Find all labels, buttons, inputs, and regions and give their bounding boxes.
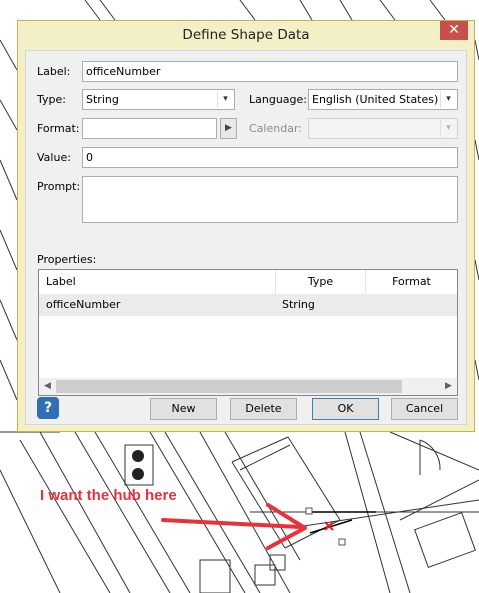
column-header-format[interactable]: Format <box>366 270 457 294</box>
language-select[interactable]: English (United States) ▾ <box>308 89 458 110</box>
language-caption: Language: <box>249 93 307 106</box>
horizontal-scrollbar[interactable]: ◀ ▶ <box>39 378 457 395</box>
calendar-select[interactable]: ▾ <box>308 118 458 139</box>
help-icon-glyph: ? <box>43 400 53 416</box>
row-label-cell: officeNumber <box>46 298 121 311</box>
type-select-value: String <box>86 93 119 106</box>
calendar-caption: Calendar: <box>249 122 302 135</box>
prompt-textarea[interactable] <box>82 176 458 223</box>
format-input[interactable] <box>82 118 217 139</box>
column-header-type[interactable]: Type <box>276 270 366 294</box>
label-caption: Label: <box>37 65 71 78</box>
label-input[interactable]: officeNumber <box>82 61 458 82</box>
scroll-right-icon[interactable]: ▶ <box>440 378 457 395</box>
language-select-value: English (United States) <box>312 93 439 106</box>
dialog-title: Define Shape Data <box>182 27 310 43</box>
define-shape-data-dialog: Define Shape Data ✕ Label: officeNumber … <box>17 20 475 432</box>
value-caption: Value: <box>37 151 71 164</box>
close-button[interactable]: ✕ <box>440 21 468 40</box>
scroll-left-icon[interactable]: ◀ <box>39 378 56 395</box>
dialog-client-area: Label: officeNumber Type: String ▾ Langu… <box>25 50 467 425</box>
properties-caption: Properties: <box>37 253 97 266</box>
ok-button[interactable]: OK <box>312 398 379 420</box>
help-icon[interactable]: ? <box>37 397 59 419</box>
chevron-down-icon: ▾ <box>217 91 233 108</box>
value-input[interactable]: 0 <box>82 147 458 168</box>
annotation-text: I want the hub here <box>40 487 177 504</box>
table-row[interactable]: officeNumber String <box>39 294 457 316</box>
close-icon: ✕ <box>448 22 460 38</box>
properties-list-header: Label Type Format <box>39 270 457 295</box>
scrollbar-thumb[interactable] <box>56 380 402 393</box>
type-caption: Type: <box>37 93 66 106</box>
play-arrow-icon: ▶ <box>225 123 232 133</box>
column-header-label[interactable]: Label <box>39 270 276 294</box>
cancel-button[interactable]: Cancel <box>391 398 458 420</box>
chevron-down-icon: ▾ <box>440 120 456 137</box>
format-caption: Format: <box>37 122 80 135</box>
new-button[interactable]: New <box>150 398 217 420</box>
delete-button[interactable]: Delete <box>230 398 297 420</box>
type-select[interactable]: String ▾ <box>82 89 235 110</box>
properties-list[interactable]: Label Type Format officeNumber String ◀ … <box>38 269 458 396</box>
format-builder-button[interactable]: ▶ <box>220 118 237 139</box>
chevron-down-icon: ▾ <box>440 91 456 108</box>
row-type-cell: String <box>282 298 315 311</box>
prompt-caption: Prompt: <box>37 180 81 193</box>
row-format-cell <box>372 294 456 316</box>
